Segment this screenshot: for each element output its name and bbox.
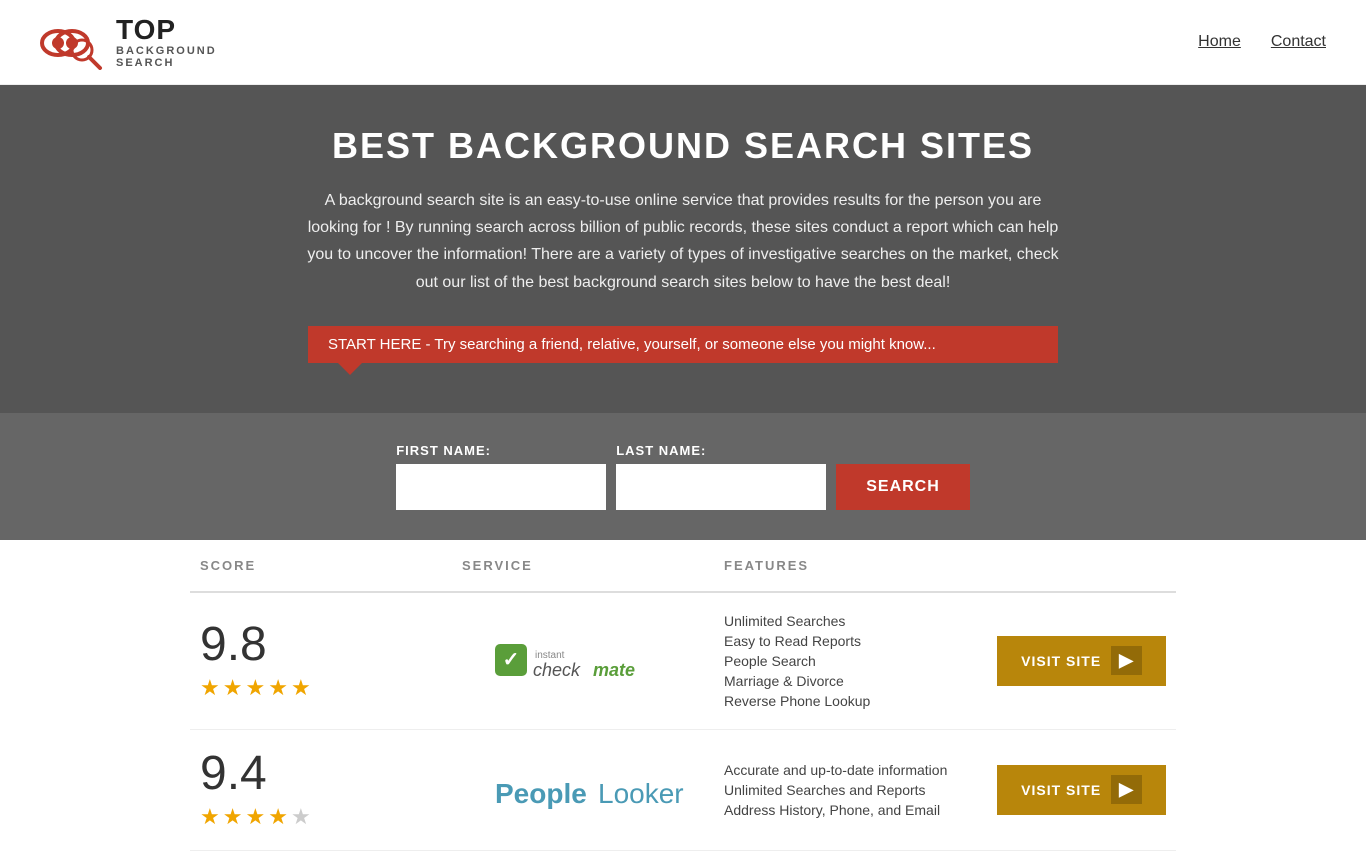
logo-top-text: TOP [116,15,217,46]
table-row: 9.4 ★ ★ ★ ★ ★ People Looker Accurate and… [190,730,1176,851]
search-button[interactable]: SEARCH [836,464,970,510]
score-col-2: 9.4 ★ ★ ★ ★ ★ [200,750,462,830]
logo-sub-text: BACKGROUNDSEARCH [116,45,217,69]
stars-1: ★ ★ ★ ★ ★ [200,675,311,701]
star-4: ★ [268,675,288,701]
logo: TOP BACKGROUNDSEARCH [40,15,217,70]
nav-contact[interactable]: Contact [1271,33,1326,51]
score-value-2: 9.4 [200,750,267,798]
feature-1-2: Easy to Read Reports [724,633,986,649]
col-score: SCORE [200,558,462,573]
visit-col-2: VISIT SITE ▶ [986,765,1166,815]
feature-1-1: Unlimited Searches [724,613,986,629]
service-logo-1: ✓ instant check mate [493,636,693,686]
first-name-label: FIRST NAME: [396,443,606,458]
score-col-1: 9.8 ★ ★ ★ ★ ★ [200,621,462,701]
nav-home[interactable]: Home [1198,33,1241,51]
feature-2-2: Unlimited Searches and Reports [724,782,986,798]
visit-site-label-1: VISIT SITE [1021,653,1101,669]
feature-1-4: Marriage & Divorce [724,673,986,689]
svg-text:People: People [495,778,587,809]
page-title: BEST BACKGROUND SEARCH SITES [20,125,1346,167]
feature-2-3: Address History, Phone, and Email [724,802,986,818]
col-features: FEATURES [724,558,986,573]
hero-section: BEST BACKGROUND SEARCH SITES A backgroun… [0,85,1366,413]
feature-1-5: Reverse Phone Lookup [724,693,986,709]
visit-arrow-icon-2: ▶ [1111,775,1142,804]
stars-2: ★ ★ ★ ★ ★ [200,804,311,830]
score-value-1: 9.8 [200,621,267,669]
site-header: TOP BACKGROUNDSEARCH Home Contact [0,0,1366,85]
hero-description: A background search site is an easy-to-u… [303,187,1063,296]
svg-text:check: check [533,660,581,680]
star2-4: ★ [268,804,288,830]
star-3: ★ [245,675,265,701]
results-section: SCORE SERVICE FEATURES 9.8 ★ ★ ★ ★ ★ ✓ [0,540,1366,851]
star2-3: ★ [245,804,265,830]
visit-col-1: VISIT SITE ▶ [986,636,1166,686]
table-header: SCORE SERVICE FEATURES [190,540,1176,593]
first-name-input[interactable] [396,464,606,510]
first-name-group: FIRST NAME: [396,443,606,510]
feature-2-1: Accurate and up-to-date information [724,762,986,778]
checkmate-svg: ✓ instant check mate [493,636,693,686]
star-2: ★ [223,675,243,701]
star-5: ★ [291,675,311,701]
main-nav: Home Contact [1198,33,1326,51]
search-form: FIRST NAME: LAST NAME: SEARCH [396,443,970,510]
visit-arrow-icon-1: ▶ [1111,646,1142,675]
star-1: ★ [200,675,220,701]
visit-site-label-2: VISIT SITE [1021,782,1101,798]
service-col-1: ✓ instant check mate [462,636,724,686]
col-action [986,558,1166,573]
feature-1-3: People Search [724,653,986,669]
last-name-label: LAST NAME: [616,443,826,458]
col-service: SERVICE [462,558,724,573]
search-area: FIRST NAME: LAST NAME: SEARCH [0,413,1366,540]
service-logo-2: People Looker [493,765,693,815]
peoplelooker-svg: People Looker [493,765,693,815]
star2-1: ★ [200,804,220,830]
table-row: 9.8 ★ ★ ★ ★ ★ ✓ instant check [190,593,1176,730]
visit-site-button-1[interactable]: VISIT SITE ▶ [997,636,1166,686]
logo-icon [40,15,110,70]
svg-text:Looker: Looker [598,778,684,809]
callout-banner: START HERE - Try searching a friend, rel… [308,326,1058,363]
features-col-1: Unlimited Searches Easy to Read Reports … [724,613,986,709]
service-col-2: People Looker [462,765,724,815]
last-name-input[interactable] [616,464,826,510]
visit-site-button-2[interactable]: VISIT SITE ▶ [997,765,1166,815]
star2-5: ★ [291,804,311,830]
callout-text: START HERE - Try searching a friend, rel… [328,336,936,353]
features-col-2: Accurate and up-to-date information Unli… [724,762,986,818]
star2-2: ★ [223,804,243,830]
svg-text:mate: mate [593,660,635,680]
last-name-group: LAST NAME: [616,443,826,510]
svg-text:✓: ✓ [503,649,520,671]
